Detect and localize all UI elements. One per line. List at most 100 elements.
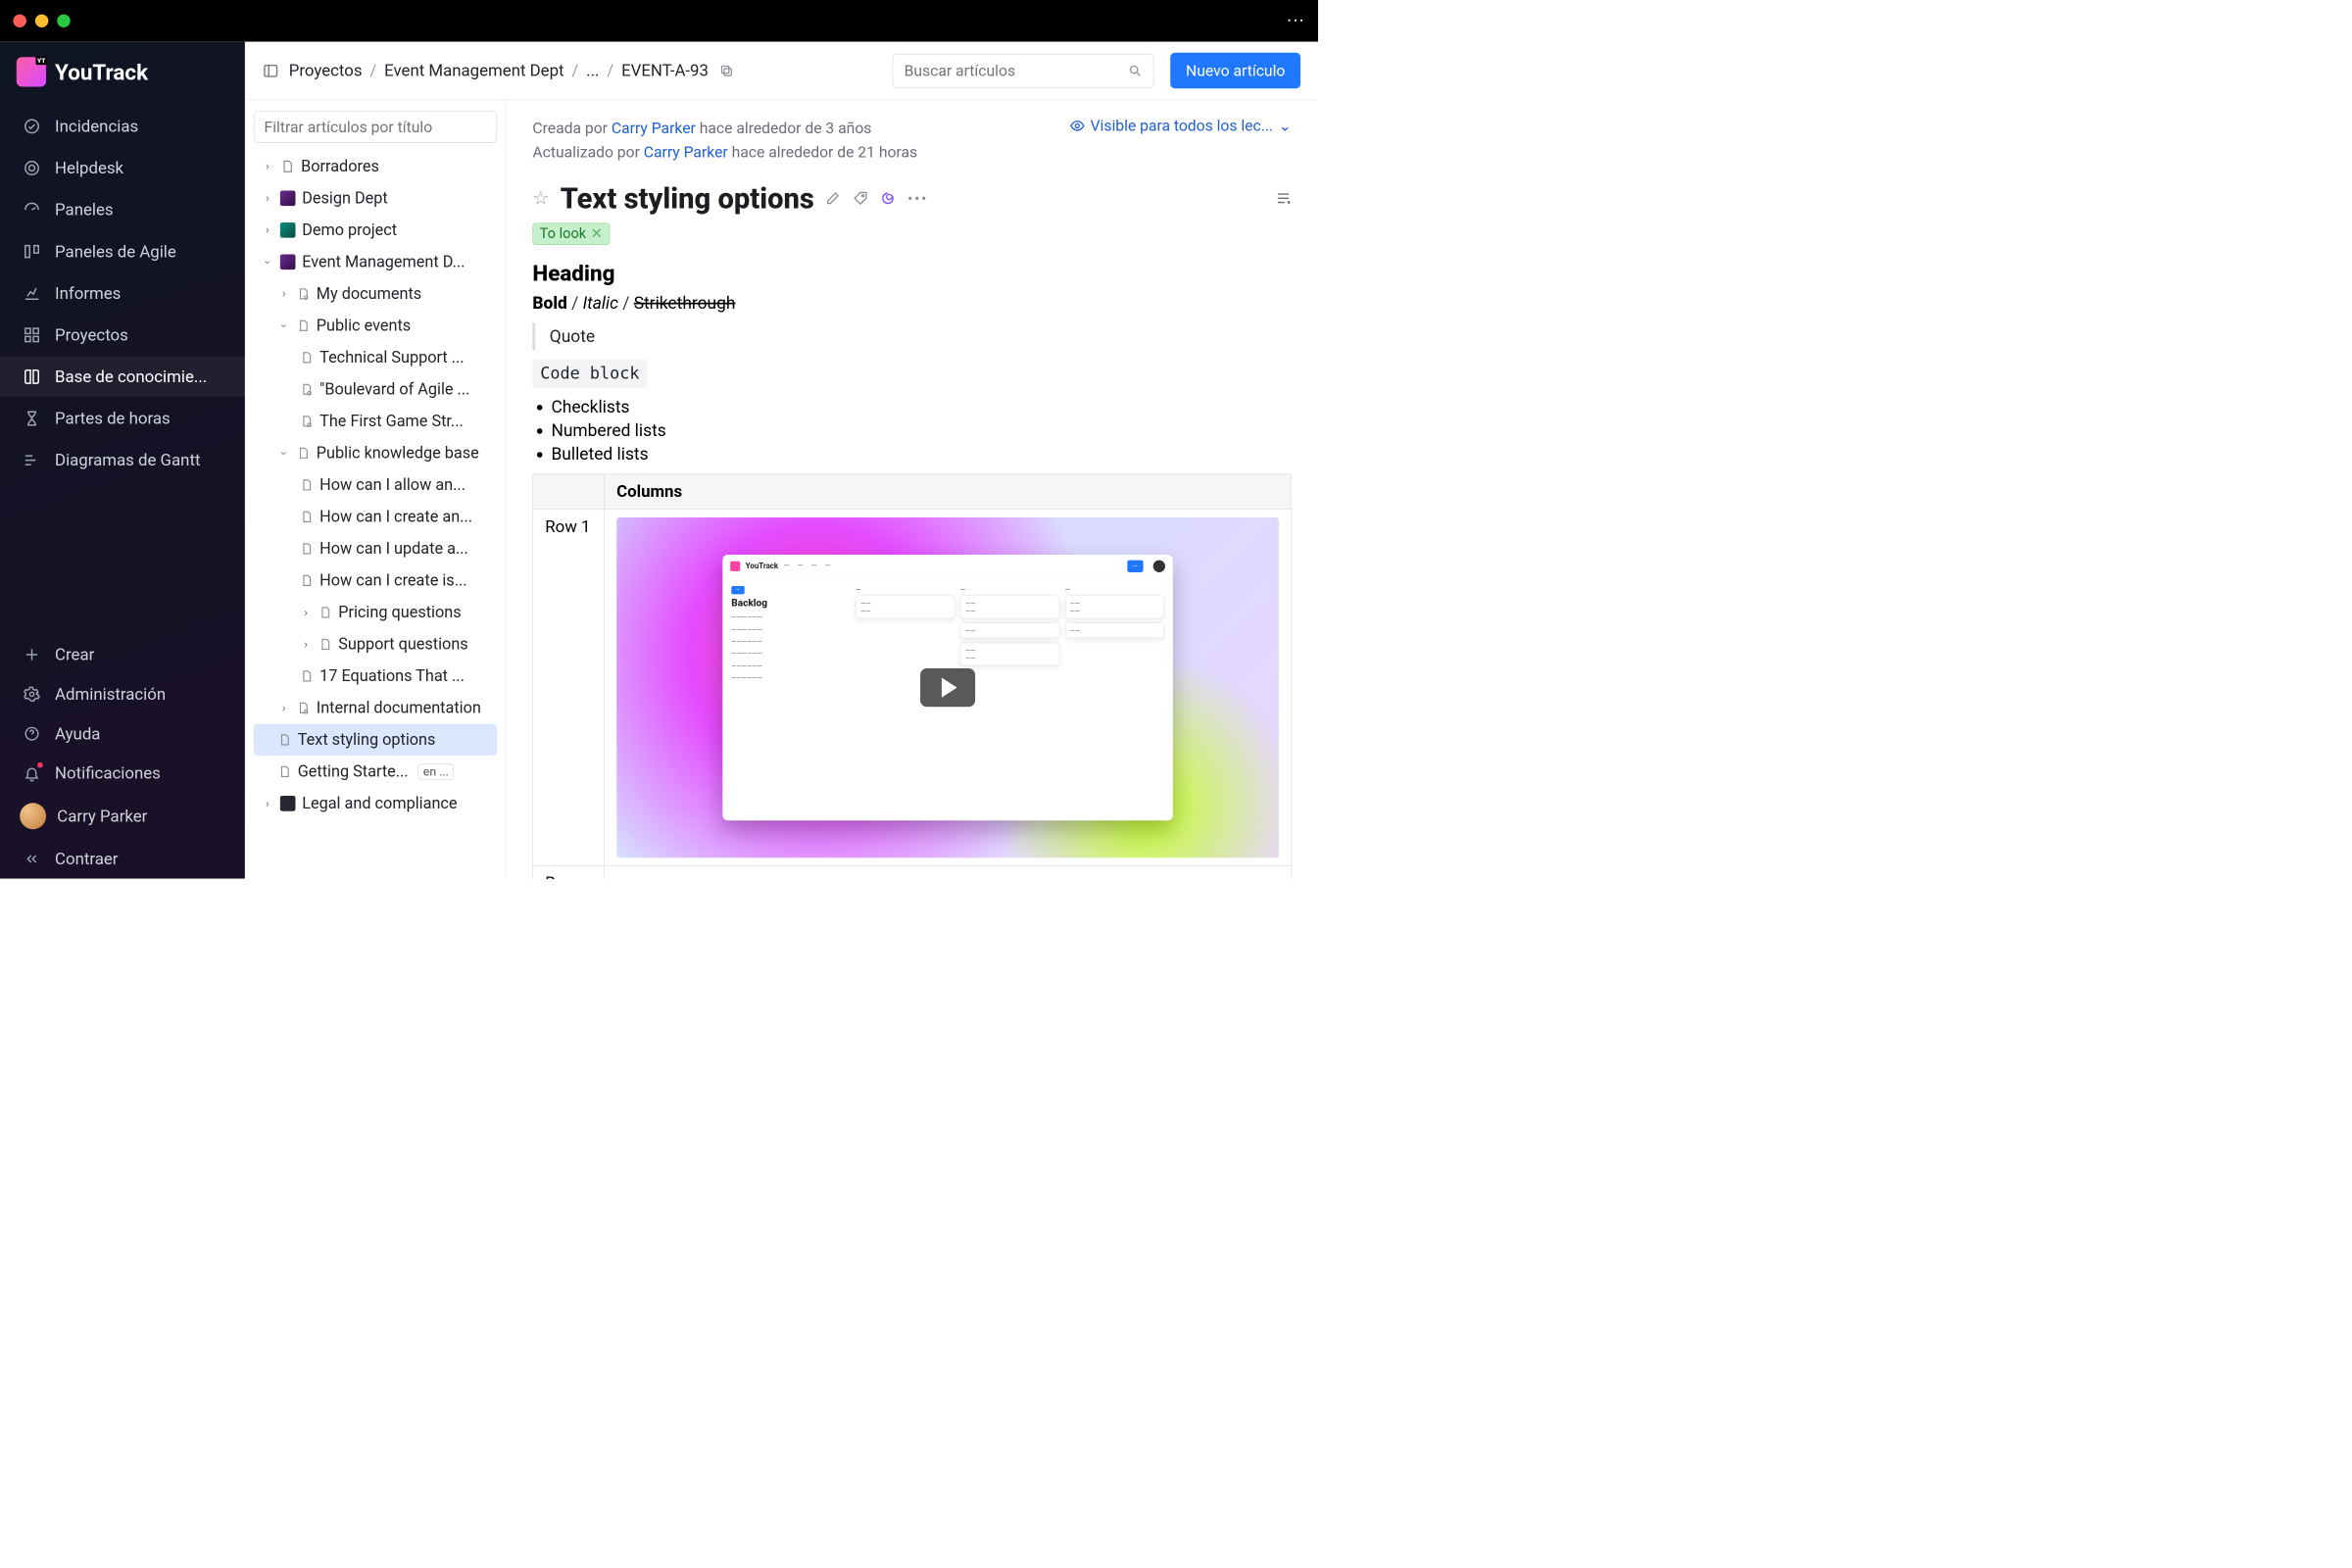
crumb-id[interactable]: EVENT-A-93 <box>621 61 709 80</box>
window-controls <box>13 15 70 27</box>
nav-notifications[interactable]: Notificaciones <box>0 754 245 793</box>
tree-event[interactable]: ›Event Management D... <box>254 246 497 278</box>
tree-getting-started[interactable]: Getting Starte...en ... <box>254 756 497 788</box>
crumb-ellipsis[interactable]: ... <box>586 61 599 80</box>
nav-knowledge-base[interactable]: Base de conocimie... <box>0 357 245 396</box>
video-thumbnail[interactable]: YouTrack ———— — — <box>616 517 1279 858</box>
search-input[interactable] <box>893 54 1154 88</box>
gear-icon <box>22 684 41 704</box>
edit-icon[interactable] <box>825 191 841 207</box>
tree-demo[interactable]: ›Demo project <box>254 215 497 247</box>
nav-helpdesk[interactable]: Helpdesk <box>0 148 245 187</box>
chevron-down-icon: › <box>261 256 274 268</box>
topbar: Proyectos / Event Management Dept / ... … <box>245 42 1318 100</box>
brand-name: YouTrack <box>55 59 148 84</box>
collapse-icon <box>22 849 41 868</box>
grid-icon <box>22 325 41 345</box>
tree-item[interactable]: How can I create is... <box>254 564 497 597</box>
nav-gantt[interactable]: Diagramas de Gantt <box>0 440 245 479</box>
hourglass-icon <box>22 409 41 428</box>
col-header: Columns <box>605 474 1292 510</box>
panel-icon[interactable] <box>263 63 279 79</box>
tree-item[interactable]: How can I allow an... <box>254 469 497 502</box>
close-window-button[interactable] <box>13 15 25 27</box>
tag-icon[interactable] <box>853 191 868 207</box>
chevron-right-icon: › <box>262 797 273 810</box>
copy-icon[interactable] <box>719 64 734 78</box>
tree-item[interactable]: How can I create an... <box>254 501 497 533</box>
lock-document-icon <box>300 415 313 427</box>
nav-label: Ayuda <box>55 724 100 744</box>
tree-item[interactable]: The First Game Str... <box>254 406 497 438</box>
tree-design[interactable]: ›Design Dept <box>254 182 497 215</box>
nav-label: Administración <box>55 685 166 705</box>
content-heading: Heading <box>533 261 1292 286</box>
tree-public-events[interactable]: ›Public events <box>254 310 497 342</box>
tree-mydocs[interactable]: ›My documents <box>254 278 497 311</box>
tag-chip[interactable]: To look✕ <box>533 222 611 244</box>
nav-admin[interactable]: Administración <box>0 674 245 713</box>
tree-text-styling[interactable]: Text styling options <box>254 724 497 757</box>
toc-icon[interactable] <box>1275 190 1292 207</box>
chevron-down-icon: › <box>277 447 291 459</box>
tree-item[interactable]: "Boulevard of Agile ... <box>254 373 497 406</box>
search-field[interactable] <box>905 62 1129 79</box>
nav-projects[interactable]: Proyectos <box>0 316 245 355</box>
tree-item[interactable]: ›Pricing questions <box>254 597 497 629</box>
list-item: Numbered lists <box>552 420 1292 441</box>
nav-issues[interactable]: Incidencias <box>0 107 245 146</box>
nav-label: Diagramas de Gantt <box>55 451 200 470</box>
tree-item[interactable]: Technical Support ... <box>254 342 497 374</box>
tree-item[interactable]: 17 Equations That ... <box>254 661 497 693</box>
gantt-icon <box>22 451 41 470</box>
kebab-menu-icon[interactable]: ⋮ <box>1285 12 1305 30</box>
breadcrumb: Proyectos / Event Management Dept / ... … <box>289 61 734 80</box>
nav-collapse[interactable]: Contraer <box>0 839 245 878</box>
nav-label: Proyectos <box>55 325 128 345</box>
tree-item[interactable]: How can I update a... <box>254 533 497 565</box>
tree-item[interactable]: ›Support questions <box>254 628 497 661</box>
nav-help[interactable]: Ayuda <box>0 714 245 754</box>
filter-input[interactable] <box>254 111 497 143</box>
tree-internal[interactable]: ›Internal documentation <box>254 692 497 724</box>
article-tree: ›Borradores ›Design Dept ›Demo project ›… <box>245 100 507 879</box>
project-icon <box>280 254 296 270</box>
minimize-window-button[interactable] <box>35 15 48 27</box>
document-icon <box>318 606 331 618</box>
user-name: Carry Parker <box>57 807 147 826</box>
spiral-icon[interactable] <box>880 191 896 207</box>
nav-timesheets[interactable]: Partes de horas <box>0 399 245 438</box>
style-examples: Bold / Italic / Strikethrough <box>533 293 1292 314</box>
author-link[interactable]: Carry Parker <box>612 120 696 137</box>
nav-reports[interactable]: Informes <box>0 273 245 313</box>
maximize-window-button[interactable] <box>57 15 70 27</box>
nav-create[interactable]: Crear <box>0 635 245 674</box>
chevron-down-icon: ⌄ <box>1279 117 1292 134</box>
brand-logo-icon <box>17 57 46 86</box>
crumb-dept[interactable]: Event Management Dept <box>384 61 564 80</box>
nav-agile[interactable]: Paneles de Agile <box>0 231 245 270</box>
play-icon[interactable] <box>920 668 975 707</box>
board-icon <box>22 242 41 262</box>
primary-nav: Incidencias Helpdesk Paneles Paneles de … <box>0 107 245 480</box>
code-block: Code block <box>533 360 648 388</box>
search-icon <box>1128 64 1143 78</box>
embed-cell: YouTrack ———— — — <box>605 510 1292 866</box>
user-menu[interactable]: Carry Parker <box>0 793 245 839</box>
nav-label: Incidencias <box>55 117 138 136</box>
crumb-projects[interactable]: Proyectos <box>289 61 363 80</box>
tree-legal[interactable]: ›Legal and compliance <box>254 788 497 820</box>
book-icon <box>22 367 41 386</box>
nav-label: Contraer <box>55 850 118 869</box>
more-icon[interactable]: ••• <box>907 189 928 207</box>
visibility-dropdown[interactable]: Visible para todos los lec... ⌄ <box>1069 117 1292 134</box>
tree-pkb[interactable]: ›Public knowledge base <box>254 437 497 469</box>
updater-link[interactable]: Carry Parker <box>644 143 728 161</box>
lifebuoy-icon <box>22 158 41 177</box>
close-icon[interactable]: ✕ <box>591 225 603 242</box>
brand[interactable]: YouTrack <box>0 57 245 106</box>
new-article-button[interactable]: Nuevo artículo <box>1170 53 1300 88</box>
tree-drafts[interactable]: ›Borradores <box>254 151 497 183</box>
star-icon[interactable]: ☆ <box>533 187 550 209</box>
nav-dashboards[interactable]: Paneles <box>0 190 245 229</box>
